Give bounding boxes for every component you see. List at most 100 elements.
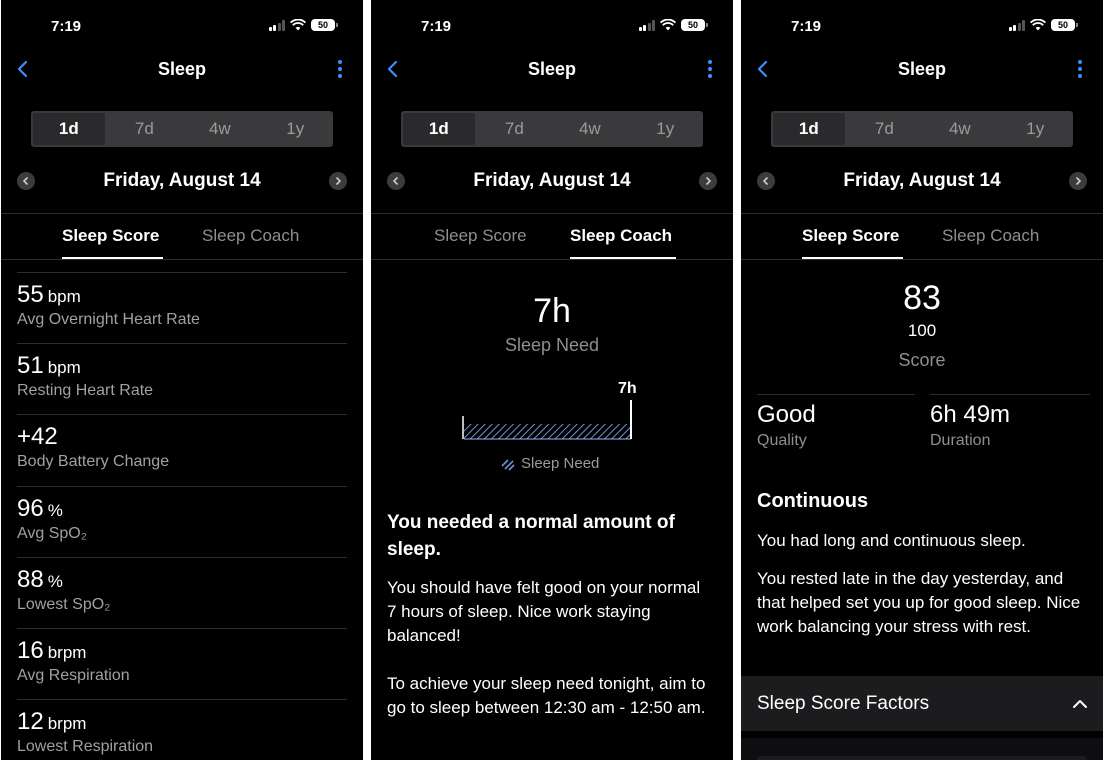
metric-label: Resting Heart Rate: [17, 382, 154, 399]
status-icons: 50: [1008, 19, 1078, 31]
range-segmented-control: 1d 7d 4w 1y: [771, 111, 1073, 147]
metric-label: Lowest SpO₂: [17, 596, 111, 613]
metric-label: Avg Respiration: [17, 667, 130, 684]
sleep-need-label: Sleep Need: [504, 335, 600, 355]
battery-icon: 50: [681, 19, 708, 31]
metric-value: 51: [17, 352, 44, 379]
range-tab-7d[interactable]: 7d: [107, 111, 182, 147]
tab-sleep-coach[interactable]: Sleep Coach: [570, 226, 672, 246]
metric-row: 12 brpm Lowest Respiration: [17, 699, 347, 760]
quality-label: Quality: [757, 432, 807, 449]
factors-content: [741, 738, 1103, 760]
range-tab-1y[interactable]: 1y: [998, 111, 1073, 147]
range-segmented-control: 1d 7d 4w 1y: [401, 111, 703, 147]
status-time: 7:19: [421, 18, 452, 35]
metric-unit: brpm: [47, 714, 87, 733]
sleep-need-value: 7h: [533, 292, 571, 330]
metric-unit: bpm: [47, 287, 81, 306]
status-icons: 50: [638, 19, 708, 31]
range-segmented-control: 1d 7d 4w 1y: [31, 111, 333, 147]
bar-marker-label: 7h: [618, 380, 637, 397]
range-tab-4w[interactable]: 4w: [552, 111, 627, 147]
sleep-score-max: 100: [907, 321, 937, 340]
metric-unit: %: [47, 572, 63, 591]
factor-card: [757, 756, 1087, 760]
metric-row: 88% Lowest SpO₂: [17, 557, 347, 629]
metric-label: Lowest Respiration: [17, 738, 154, 755]
status-time: 7:19: [791, 18, 822, 35]
phone-screen-metrics: 7:19 50 Sleep 1d 7d 4w 1y Friday, August…: [1, 0, 363, 760]
divider: [741, 259, 1103, 260]
cellular-signal-icon: [638, 19, 655, 31]
metric-row: 96% Avg SpO₂: [17, 486, 347, 558]
chevron-right-icon: [705, 176, 712, 186]
status-time: 7:19: [51, 18, 82, 35]
metric-value: 12: [17, 708, 44, 735]
more-options-icon[interactable]: [707, 60, 713, 78]
sleep-score-label: Score: [898, 350, 946, 370]
battery-icon: 50: [311, 19, 338, 31]
range-tab-4w[interactable]: 4w: [922, 111, 997, 147]
next-date-button[interactable]: [699, 172, 717, 190]
page-title: Sleep: [527, 59, 577, 79]
next-date-button[interactable]: [329, 172, 347, 190]
metric-unit: brpm: [47, 643, 87, 662]
tab-sleep-score[interactable]: Sleep Score: [802, 226, 899, 246]
score-paragraph: You rested late in the day yesterday, an…: [757, 569, 1081, 636]
content-tabs: Sleep Score Sleep Coach: [371, 226, 733, 260]
phone-screen-sleep-score: 7:19 50 Sleep 1d 7d 4w 1y Friday, August…: [741, 0, 1103, 760]
factors-label: Sleep Score Factors: [757, 693, 930, 714]
sleep-score-factors-header[interactable]: Sleep Score Factors: [741, 676, 1103, 731]
duration-value: 6h 49m: [930, 401, 1011, 428]
divider: [930, 394, 1090, 395]
range-tab-1d[interactable]: 1d: [403, 113, 475, 145]
tab-sleep-score[interactable]: Sleep Score: [434, 226, 527, 246]
hatch-swatch-icon: [501, 458, 515, 471]
coach-paragraph: To achieve your sleep need tonight, aim …: [387, 674, 706, 717]
range-tab-1d[interactable]: 1d: [773, 113, 845, 145]
metric-label: Body Battery Change: [17, 453, 170, 470]
cellular-signal-icon: [268, 19, 285, 31]
metric-row: 16 brpm Avg Respiration: [17, 628, 347, 700]
date-label: Friday, August 14: [103, 170, 261, 191]
wifi-icon: [290, 19, 306, 31]
phone-screen-sleep-coach: 7:19 50 Sleep 1d 7d 4w 1y Friday, August…: [371, 0, 733, 760]
chevron-right-icon: [1075, 176, 1082, 186]
tab-sleep-coach[interactable]: Sleep Coach: [202, 226, 299, 246]
wifi-icon: [660, 19, 676, 31]
range-tab-7d[interactable]: 7d: [477, 111, 552, 147]
metric-row: +42 Body Battery Change: [17, 414, 347, 486]
status-icons: 50: [268, 19, 338, 31]
range-tab-1y[interactable]: 1y: [628, 111, 703, 147]
divider: [757, 394, 915, 395]
sleep-score-value: 83: [903, 279, 941, 317]
divider: [371, 213, 733, 214]
tab-sleep-coach[interactable]: Sleep Coach: [942, 226, 1039, 246]
chevron-right-icon: [335, 176, 342, 186]
divider: [1, 259, 363, 260]
metric-value: +42: [17, 423, 58, 450]
metric-unit: bpm: [47, 358, 81, 377]
tab-sleep-score[interactable]: Sleep Score: [62, 226, 159, 246]
metric-row: 51 bpm Resting Heart Rate: [17, 343, 347, 415]
page-title: Sleep: [897, 59, 947, 79]
chart-legend: Sleep Need: [501, 455, 599, 472]
quality-value: Good: [757, 401, 816, 428]
divider: [741, 213, 1103, 214]
next-date-button[interactable]: [1069, 172, 1087, 190]
range-tab-1d[interactable]: 1d: [33, 113, 105, 145]
score-paragraph: You had long and continuous sleep.: [757, 531, 1026, 550]
more-options-icon[interactable]: [1077, 60, 1083, 78]
sleep-need-bar: [462, 400, 632, 440]
more-options-icon[interactable]: [337, 60, 343, 78]
coach-headline: You needed a normal amount of sleep.: [387, 512, 675, 560]
metric-value: 16: [17, 637, 44, 664]
metric-value: 88: [17, 566, 44, 593]
coach-paragraph: You should have felt good on your normal…: [387, 578, 701, 645]
range-tab-7d[interactable]: 7d: [847, 111, 922, 147]
date-label: Friday, August 14: [843, 170, 1001, 191]
metric-value: 96: [17, 495, 44, 522]
chevron-up-icon: [1073, 700, 1087, 708]
range-tab-1y[interactable]: 1y: [258, 111, 333, 147]
range-tab-4w[interactable]: 4w: [182, 111, 257, 147]
